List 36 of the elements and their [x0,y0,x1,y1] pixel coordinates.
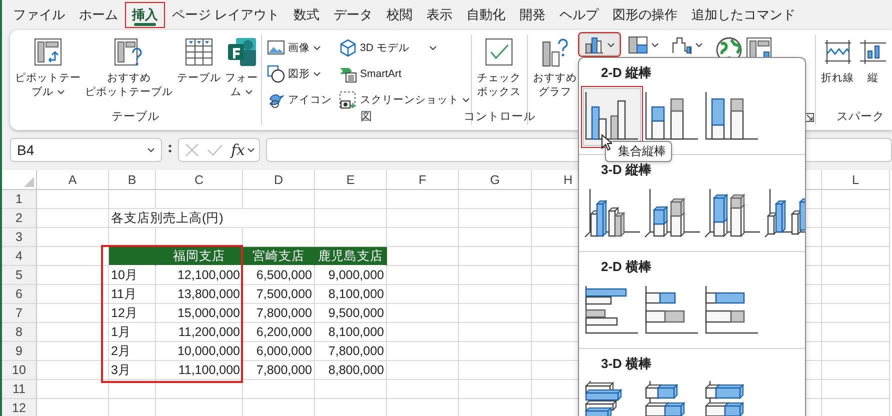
header-cell: 福岡支店 [156,247,243,266]
table-cell: 13,800,000 [156,285,243,304]
table-cell: 11月 [109,285,156,304]
table-cell: 6,200,000 [243,323,315,342]
table-cell: 8,100,000 [315,323,387,342]
table-cell: 9,500,000 [315,304,387,323]
table-cell: 7,500,000 [243,285,315,304]
section-title: 2-D 横棒 [600,258,653,276]
table-cell: 3月 [109,361,156,380]
section-title: 2-D 縦棒 [600,64,653,82]
table-cell: 10,000,000 [156,342,243,361]
table-cell: 11,100,000 [156,361,243,380]
table-cell: 12月 [109,304,156,323]
table-cell: 12,100,000 [156,266,243,285]
table-cell: 9,000,000 [315,266,387,285]
table-cell: 15,000,000 [156,304,243,323]
table-cell: 8,100,000 [315,285,387,304]
group-label: 図 [360,110,372,125]
table-cell: 8,800,000 [315,361,387,380]
table-cell: 6,000,000 [243,342,315,361]
header-cell: 鹿児島支店 [315,247,387,266]
header-cell: 宮崎支店 [243,247,315,266]
group-label: テーブル [112,110,160,125]
table-cell: 7,800,000 [315,342,387,361]
table-cell: 10月 [109,266,156,285]
group-label: スパーク [836,110,884,125]
table-cell: 6,500,000 [243,266,315,285]
table-cell: 7,800,000 [243,304,315,323]
table-cell: 7,800,000 [243,361,315,380]
table-cell: 1月 [109,323,156,342]
table-cell: 2月 [109,342,156,361]
tooltip: 集合縦棒 [605,141,672,162]
sheet-title: 各支店別売上高(円) [109,209,243,228]
section-title: 3-D 横棒 [600,355,653,373]
group-label: コントロール [464,110,536,125]
table-cell: 11,200,000 [156,323,243,342]
